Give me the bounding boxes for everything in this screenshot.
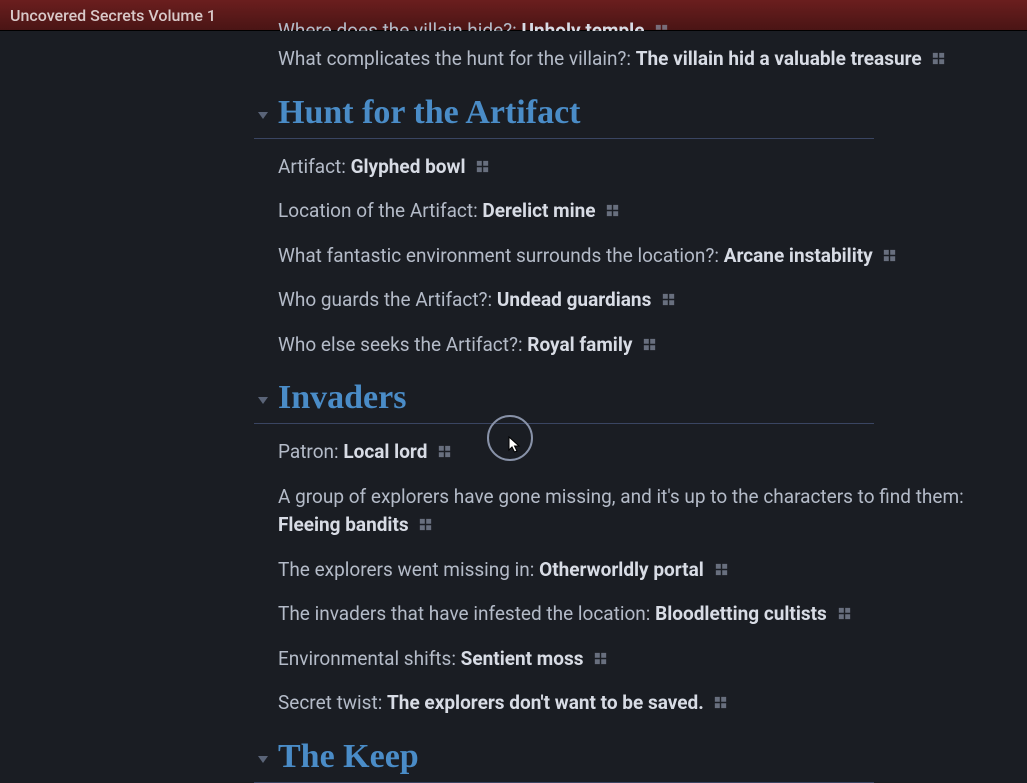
reroll-icon[interactable] — [660, 288, 677, 317]
field-row: Who guards the Artifact?: Undead guardia… — [278, 286, 967, 317]
window-title: Uncovered Secrets Volume 1 — [10, 6, 216, 25]
field-value: Fleeing bandits — [278, 513, 409, 536]
field-value: Arcane instability — [724, 244, 873, 267]
field-label: Secret twist: — [278, 691, 382, 714]
reroll-icon[interactable] — [836, 602, 853, 631]
section-title: Invaders — [254, 379, 874, 424]
field-row: Secret twist: The explorers don't want t… — [278, 689, 967, 720]
field-label: What complicates the hunt for the villai… — [278, 47, 631, 70]
reroll-icon[interactable] — [713, 558, 730, 587]
reroll-icon[interactable] — [592, 647, 609, 676]
field-value: Sentient moss — [461, 647, 584, 670]
field-value: Otherworldly portal — [539, 558, 704, 581]
collapse-toggle-icon[interactable] — [258, 756, 268, 763]
field-label: Who guards the Artifact?: — [278, 288, 492, 311]
field-row: Environmental shifts: Sentient moss — [278, 645, 967, 676]
field-value: Unholy temple — [521, 19, 644, 31]
field-row: Who else seeks the Artifact?: Royal fami… — [278, 331, 967, 362]
field-label: Artifact: — [278, 155, 346, 178]
field-label: Where does the villain hide?: — [278, 19, 517, 31]
field-value: The villain hid a valuable treasure — [636, 47, 922, 70]
reroll-icon[interactable] — [604, 199, 621, 228]
field-label: Patron: — [278, 440, 339, 463]
field-row: Where does the villain hide?: Unholy tem… — [278, 17, 967, 31]
section-title: The Keep — [254, 738, 874, 783]
reroll-icon[interactable] — [881, 244, 898, 273]
field-row: Artifact: Glyphed bowl — [278, 153, 967, 184]
field-value: The explorers don't want to be saved. — [387, 691, 704, 714]
field-row: A group of explorers have gone missing, … — [278, 483, 967, 542]
field-label: A group of explorers have gone missing, … — [278, 485, 964, 508]
field-row: Patron: Local lord — [278, 438, 967, 469]
field-value: Glyphed bowl — [351, 155, 466, 178]
field-row: Location of the Artifact: Derelict mine — [278, 197, 967, 228]
field-label: The explorers went missing in: — [278, 558, 534, 581]
collapse-toggle-icon[interactable] — [258, 397, 268, 404]
reroll-icon[interactable] — [474, 155, 491, 184]
field-value: Bloodletting cultists — [655, 602, 827, 625]
field-label: What fantastic environment surrounds the… — [278, 244, 719, 267]
collapse-toggle-icon[interactable] — [258, 112, 268, 119]
field-row: The invaders that have infested the loca… — [278, 600, 967, 631]
reroll-icon[interactable] — [653, 19, 670, 31]
section-header-invaders: Invaders — [278, 379, 967, 424]
reroll-icon[interactable] — [930, 47, 947, 76]
field-value: Undead guardians — [497, 288, 651, 311]
field-value: Derelict mine — [482, 199, 595, 222]
field-row: What complicates the hunt for the villai… — [278, 45, 967, 76]
reroll-icon[interactable] — [417, 513, 434, 542]
field-value: Local lord — [343, 440, 427, 463]
document-content: Where does the villain hide?: Unholy tem… — [0, 17, 1027, 783]
section-header-keep: The Keep — [278, 738, 967, 783]
field-row: The explorers went missing in: Otherworl… — [278, 556, 967, 587]
field-label: Who else seeks the Artifact?: — [278, 333, 523, 356]
reroll-icon[interactable] — [436, 440, 453, 469]
reroll-icon[interactable] — [641, 333, 658, 362]
field-label: Environmental shifts: — [278, 647, 456, 670]
section-title: Hunt for the Artifact — [254, 94, 874, 139]
reroll-icon[interactable] — [712, 691, 729, 720]
field-value: Royal family — [527, 333, 632, 356]
field-label: Location of the Artifact: — [278, 199, 478, 222]
field-label: The invaders that have infested the loca… — [278, 602, 650, 625]
field-row: What fantastic environment surrounds the… — [278, 242, 967, 273]
section-header-hunt: Hunt for the Artifact — [278, 94, 967, 139]
